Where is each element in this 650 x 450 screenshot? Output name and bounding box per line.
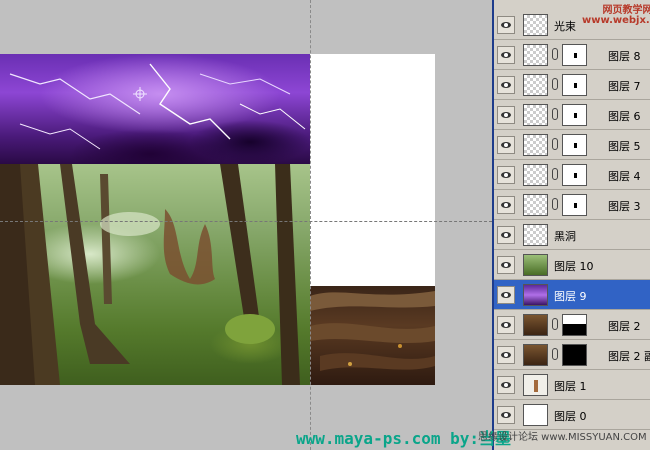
roots-scene bbox=[310, 291, 435, 371]
layer-name[interactable]: 图层 8 bbox=[608, 48, 641, 64]
layer-name[interactable]: 图层 0 bbox=[554, 408, 587, 424]
visibility-eye-icon[interactable] bbox=[497, 376, 515, 394]
layer-row[interactable]: 图层 2 bbox=[494, 310, 650, 340]
visibility-eye-icon[interactable] bbox=[497, 406, 515, 424]
layer-name[interactable]: 图层 7 bbox=[608, 78, 641, 94]
layer-mask-thumbnail[interactable] bbox=[562, 194, 587, 216]
watermark-top-line2: www.webjx.com bbox=[582, 15, 650, 26]
layer-row[interactable]: 图层 6 bbox=[494, 100, 650, 130]
forest-layer bbox=[0, 164, 310, 385]
layers-panel: 光束图层 8 图层 7 图层 6 图层 5 图层 4 图层 3 黑洞图层 10 图层 9 图层 … bbox=[492, 0, 650, 450]
layer-thumbnail[interactable] bbox=[523, 404, 548, 426]
canvas-workspace[interactable] bbox=[0, 0, 492, 450]
chain-link-icon[interactable] bbox=[552, 198, 558, 210]
layer-thumbnail[interactable] bbox=[523, 14, 548, 36]
vertical-guide[interactable] bbox=[310, 0, 311, 450]
lightning-sky-layer bbox=[0, 54, 310, 164]
layer-row[interactable]: 图层 1 bbox=[494, 370, 650, 400]
document-canvas[interactable] bbox=[0, 54, 435, 385]
layer-row[interactable]: 图层 5 bbox=[494, 130, 650, 160]
layer-thumbnail[interactable] bbox=[523, 254, 548, 276]
visibility-eye-icon[interactable] bbox=[497, 226, 515, 244]
layer-thumbnail[interactable] bbox=[523, 224, 548, 246]
layer-row[interactable]: 图层 10 bbox=[494, 250, 650, 280]
layer-name[interactable]: 图层 2 副 bbox=[608, 348, 650, 364]
visibility-eye-icon[interactable] bbox=[497, 106, 515, 124]
chain-link-icon[interactable] bbox=[552, 138, 558, 150]
visibility-eye-icon[interactable] bbox=[497, 346, 515, 364]
chain-link-icon[interactable] bbox=[552, 48, 558, 60]
layer-name[interactable]: 图层 5 bbox=[608, 138, 641, 154]
layer-thumbnail[interactable] bbox=[523, 104, 548, 126]
layer-row[interactable]: 图层 4 bbox=[494, 160, 650, 190]
visibility-eye-icon[interactable] bbox=[497, 76, 515, 94]
layer-mask-thumbnail[interactable] bbox=[562, 164, 587, 186]
layer-name[interactable]: 图层 2 bbox=[608, 318, 641, 334]
visibility-eye-icon[interactable] bbox=[497, 166, 515, 184]
layer-name[interactable]: 图层 9 bbox=[554, 288, 587, 304]
visibility-eye-icon[interactable] bbox=[497, 16, 515, 34]
chain-link-icon[interactable] bbox=[552, 168, 558, 180]
forest-scene bbox=[0, 164, 300, 385]
layer-mask-thumbnail[interactable] bbox=[562, 74, 587, 96]
chain-link-icon[interactable] bbox=[552, 348, 558, 360]
layer-thumbnail[interactable] bbox=[523, 164, 548, 186]
chain-link-icon[interactable] bbox=[552, 318, 558, 330]
layer-thumbnail[interactable] bbox=[523, 74, 548, 96]
layer-name[interactable]: 黑洞 bbox=[554, 228, 576, 244]
layer-name[interactable]: 图层 6 bbox=[608, 108, 641, 124]
layer-name[interactable]: 图层 1 bbox=[554, 378, 587, 394]
layer-thumbnail[interactable] bbox=[523, 344, 548, 366]
layer-mask-thumbnail[interactable] bbox=[562, 344, 587, 366]
layer-thumbnail[interactable] bbox=[523, 314, 548, 336]
layer-thumbnail[interactable] bbox=[523, 44, 548, 66]
chain-link-icon[interactable] bbox=[552, 78, 558, 90]
tree-roots-layer bbox=[310, 286, 435, 385]
visibility-eye-icon[interactable] bbox=[497, 196, 515, 214]
layer-row[interactable]: 图层 2 副 bbox=[494, 340, 650, 370]
layer-thumbnail[interactable] bbox=[523, 284, 548, 306]
layer-row[interactable]: 图层 8 bbox=[494, 40, 650, 70]
layer-thumbnail[interactable] bbox=[523, 134, 548, 156]
layer-name[interactable]: 光束 bbox=[554, 18, 576, 34]
layer-row[interactable]: 图层 7 bbox=[494, 70, 650, 100]
layer-mask-thumbnail[interactable] bbox=[562, 314, 587, 336]
layer-name[interactable]: 图层 4 bbox=[608, 168, 641, 184]
layer-row[interactable]: 图层 3 bbox=[494, 190, 650, 220]
visibility-eye-icon[interactable] bbox=[497, 256, 515, 274]
visibility-eye-icon[interactable] bbox=[497, 136, 515, 154]
layer-mask-thumbnail[interactable] bbox=[562, 104, 587, 126]
lightning-bolts bbox=[9, 63, 306, 150]
horizontal-guide[interactable] bbox=[0, 221, 492, 222]
watermark-missyuan: 思缘设计论坛 www.MISSYUAN.COM bbox=[478, 432, 647, 443]
layer-mask-thumbnail[interactable] bbox=[562, 44, 587, 66]
visibility-eye-icon[interactable] bbox=[497, 286, 515, 304]
visibility-eye-icon[interactable] bbox=[497, 46, 515, 64]
layer-thumbnail[interactable] bbox=[523, 374, 548, 396]
watermark-webjx: 网页教学网 www.webjx.com bbox=[582, 6, 650, 26]
layer-mask-thumbnail[interactable] bbox=[562, 134, 587, 156]
chain-link-icon[interactable] bbox=[552, 108, 558, 120]
layer-row[interactable]: 黑洞 bbox=[494, 220, 650, 250]
visibility-eye-icon[interactable] bbox=[497, 316, 515, 334]
layer-row[interactable]: 图层 0 bbox=[494, 400, 650, 430]
layer-row[interactable]: 图层 9 bbox=[494, 280, 650, 310]
crosshair-icon bbox=[133, 87, 147, 101]
layer-name[interactable]: 图层 3 bbox=[608, 198, 641, 214]
layer-name[interactable]: 图层 10 bbox=[554, 258, 594, 274]
layer-thumbnail[interactable] bbox=[523, 194, 548, 216]
